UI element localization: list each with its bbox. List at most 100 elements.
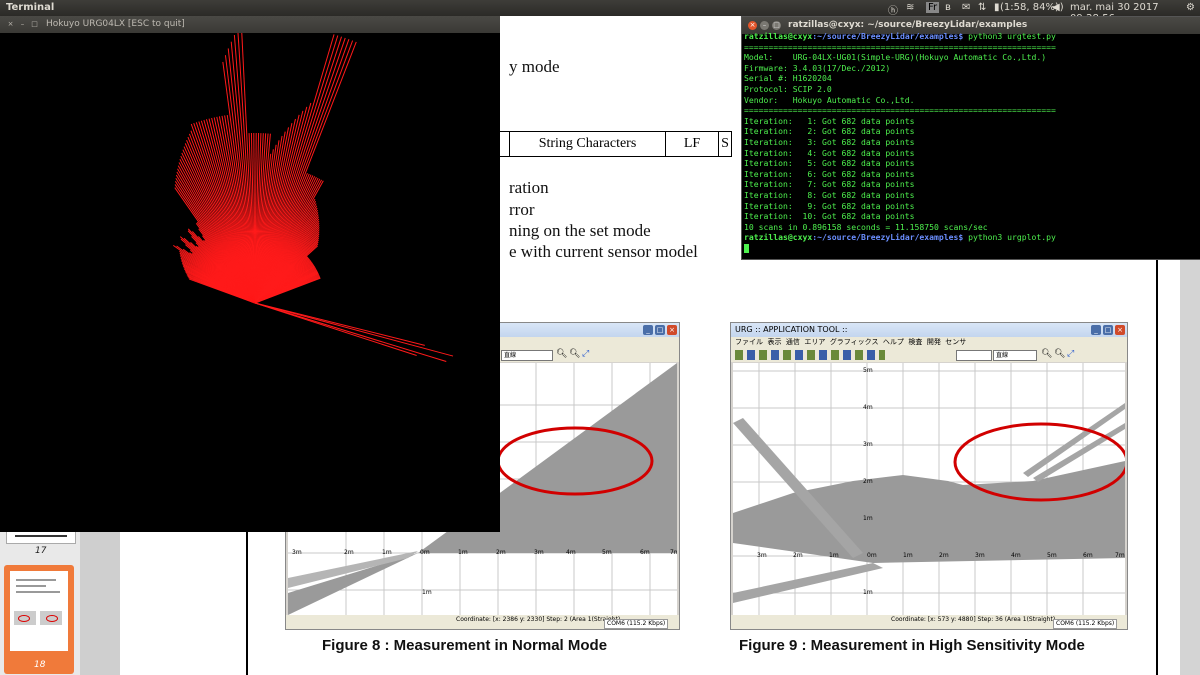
axis-label: 5m (863, 367, 873, 374)
figure-9-coordinate: Coordinate: [x: 573 y: 4880] Step: 36 (A… (891, 616, 1056, 623)
minimize-icon: _ (1091, 325, 1101, 335)
zoom-in-icon: 🔍︎ (1041, 349, 1053, 359)
axis-label: 4m (863, 404, 873, 411)
top-panel: Terminal ⓗ ≋ Fr ʙ ✉ ⇅ ▮ (1:58, 84%) ◀) m… (0, 0, 1200, 24)
figure-9-mode-select: 直線 (993, 350, 1037, 361)
scan-ray (254, 302, 454, 357)
active-app-title: Terminal (6, 2, 55, 13)
iteration-line: Iteration: 7: Got 682 data points (744, 179, 915, 190)
figure-9-toolbar: 直線 🔍︎ 🔍︎ ⤢ (731, 348, 1127, 362)
volume-icon[interactable]: ◀) (1052, 2, 1064, 13)
maximize-icon[interactable]: □ (772, 21, 781, 30)
info-line: Model: URG-04LX-UG01(Simple-URG)(Hokuyo … (744, 52, 1047, 63)
figure-9-caption: Figure 9 : Measurement in High Sensitivi… (739, 637, 1085, 654)
axis-label: 7m (670, 549, 677, 556)
battery-icon[interactable]: ▮ (994, 2, 1000, 13)
axis-label: 1m (903, 552, 913, 559)
doc-text-line: ning on the set mode (509, 221, 651, 240)
maximize-icon: □ (655, 325, 665, 335)
summary-line: 10 scans in 0.896158 seconds = 11.158750… (744, 221, 988, 232)
iteration-line: Iteration: 9: Got 682 data points (744, 200, 915, 211)
axis-label: 3m (534, 549, 544, 556)
bluetooth-icon[interactable]: ʙ (945, 2, 951, 13)
fr-indicator-icon[interactable]: Fr (926, 2, 940, 13)
axis-label: 2m (344, 549, 354, 556)
scan-ray (254, 302, 417, 357)
iteration-line: Iteration: 6: Got 682 data points (744, 168, 915, 179)
menu-item: ファイル (735, 338, 763, 346)
axis-label: 4m (566, 549, 576, 556)
axis-label: 5m (602, 549, 612, 556)
minimize-icon[interactable]: – (18, 20, 27, 29)
zoom-out-icon: 🔍︎ (569, 349, 581, 359)
axis-label: 1m (863, 515, 873, 522)
axis-label: 7m (1115, 552, 1125, 559)
page-number-18: 18 (34, 660, 46, 670)
figure-8-statusbar: Coordinate: [x: 2386 y: 2330] Step: 2 (A… (286, 615, 679, 629)
figure-8-coordinate: Coordinate: [x: 2386 y: 2330] Step: 2 (A… (456, 616, 621, 623)
prompt-path: :~/source/BreezyLidar/examples$ (812, 31, 964, 41)
axis-label: 1m (863, 589, 873, 596)
figure-9-titlebar: URG :: APPLICATION TOOL :: _ □ × (731, 323, 1127, 337)
command-line: python3 urgplot.py (963, 232, 1056, 243)
maximize-icon: □ (1103, 325, 1113, 335)
axis-label: 5m (1047, 552, 1057, 559)
table-cell: S (718, 132, 731, 156)
keyboard-icon[interactable]: ⇅ (978, 2, 986, 13)
hokuyo-titlebar[interactable]: × – □ Hokuyo URG04LX [ESC to quit] (0, 16, 500, 33)
iteration-line: Iteration: 10: Got 682 data points (744, 211, 915, 222)
axis-label: 4m (1011, 552, 1021, 559)
maximize-icon[interactable]: □ (30, 20, 39, 29)
axis-label: 3m (863, 441, 873, 448)
command-table-row: String Characters LF S (498, 131, 732, 157)
doc-text-line: y mode (509, 57, 560, 76)
prompt-user: ratzillas@cxyx (744, 232, 813, 243)
wifi-icon[interactable]: ≋ (906, 2, 914, 13)
hokuyo-lidar-window[interactable]: × – □ Hokuyo URG04LX [ESC to quit] (0, 16, 500, 532)
figure-9-port-status: COM6 (115.2 Kbps) (1053, 619, 1118, 629)
info-line: Serial #: H1620204 (744, 73, 832, 84)
axis-label: 1m (382, 549, 392, 556)
fit-icon: ⤢ (582, 349, 590, 359)
close-icon[interactable]: × (6, 20, 15, 29)
menu-item: センサ (945, 338, 967, 346)
axis-label: 6m (640, 549, 650, 556)
thumbnail-page-18-preview (10, 571, 68, 651)
figure-8-caption: Figure 8 : Measurement in Normal Mode (322, 637, 608, 654)
scan-ray (254, 302, 447, 362)
menu-item: グラフィックス (829, 338, 879, 346)
close-icon: × (667, 325, 677, 335)
menu-item: ヘルプ (882, 338, 904, 346)
figure-9-menubar: ファイル 表示 通信 エリア グラフィックス ヘルプ 検査 開発 センサ (731, 337, 1127, 348)
table-cell: LF (665, 132, 718, 156)
terminal-output[interactable]: ratzillas@cxyx :~/source/BreezyLidar/exam… (744, 31, 1056, 253)
minimize-icon: _ (643, 325, 653, 335)
info-line: Vendor: Hokuyo Automatic Co.,Ltd. (744, 94, 915, 105)
axis-label: 1m (829, 552, 839, 559)
axis-label: 1m (422, 589, 432, 596)
axis-label: 2m (496, 549, 506, 556)
iteration-line: Iteration: 3: Got 682 data points (744, 136, 915, 147)
axis-label: 0m (867, 552, 877, 559)
figure-9-statusbar: Coordinate: [x: 573 y: 4880] Step: 36 (A… (731, 615, 1127, 629)
hp-icon[interactable]: ⓗ (888, 2, 898, 17)
terminal-window[interactable]: × – □ ratzillas@cxyx: ~/source/BreezyLid… (741, 16, 1200, 260)
close-icon[interactable]: × (748, 21, 757, 30)
axis-label: 2m (863, 478, 873, 485)
command-line: python3 urgtest.py (963, 31, 1056, 41)
mail-icon[interactable]: ✉ (962, 2, 970, 13)
menu-item: 表示 (767, 338, 782, 346)
settings-gear-icon[interactable]: ⚙ (1186, 2, 1195, 13)
figure-9-title: URG :: APPLICATION TOOL :: (735, 325, 848, 334)
page-thumbnail-18-selected[interactable]: 18 (4, 565, 74, 674)
battery-text: (1:58, 84%) (1000, 2, 1059, 13)
lidar-scan-plot (172, 33, 454, 362)
iteration-line: Iteration: 2: Got 682 data points (744, 126, 915, 137)
axis-label: 3m (975, 552, 985, 559)
menu-item: 通信 (785, 338, 800, 346)
minimize-icon[interactable]: – (760, 21, 769, 30)
terminal-cursor (744, 243, 749, 253)
menu-item: 開発 (926, 338, 941, 346)
doc-text-line: e with current sensor model (509, 242, 698, 261)
figure-8-mode-select: 直線 (501, 350, 553, 361)
